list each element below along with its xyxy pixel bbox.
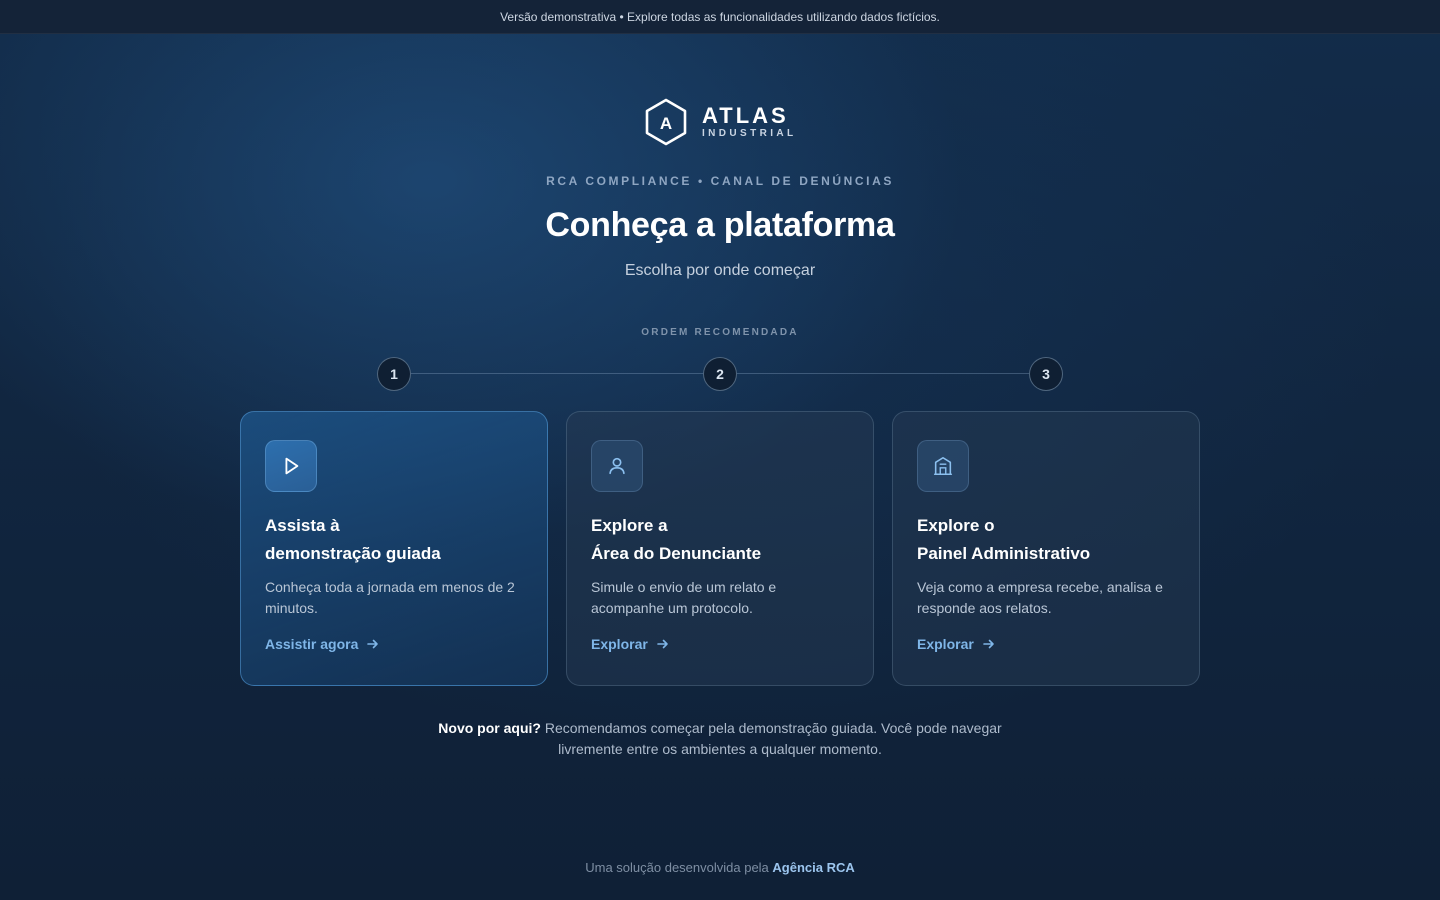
card-title-line2: Área do Denunciante xyxy=(591,544,762,563)
new-user-note-lead: Novo por aqui? xyxy=(438,720,541,736)
card-description: Simule o envio de um relato e acompanhe … xyxy=(591,579,777,616)
arrow-right-icon xyxy=(657,639,668,649)
logo-letter: A xyxy=(660,114,672,133)
card-title: Explore o Painel Administrativo xyxy=(917,512,1175,568)
card-title: Explore a Área do Denunciante xyxy=(591,512,849,568)
card-admin-panel[interactable]: Explore o Painel Administrativo Veja com… xyxy=(892,411,1200,686)
arrow-right-icon xyxy=(983,639,994,649)
footer: Uma solução desenvolvida pela Agência RC… xyxy=(0,860,1440,875)
arrow-right-icon xyxy=(367,639,379,649)
watch-now-label: Assistir agora xyxy=(265,636,359,652)
card-title: Assista à demonstração guiada xyxy=(265,512,523,568)
explore-label: Explorar xyxy=(591,636,648,652)
explore-label: Explorar xyxy=(917,636,974,652)
new-user-note: Novo por aqui? Recomendamos começar pela… xyxy=(420,718,1020,760)
card-description: Conheça toda a jornada em menos de 2 min… xyxy=(265,579,515,616)
user-icon xyxy=(591,440,643,492)
card-title-line1: Explore o xyxy=(917,516,995,535)
footer-text: Uma solução desenvolvida pela xyxy=(585,860,773,875)
page-title: Conheça a plataforma xyxy=(545,206,895,244)
hexagon-logo-icon: A xyxy=(645,98,687,146)
demo-banner: Versão demonstrativa • Explore todas as … xyxy=(0,0,1440,34)
agency-link[interactable]: Agência RCA xyxy=(772,860,854,875)
step-1-badge: 1 xyxy=(377,357,411,391)
card-title-line2: Painel Administrativo xyxy=(917,544,1091,563)
card-guided-demo[interactable]: Assista à demonstração guiada Conheça to… xyxy=(240,411,548,686)
building-icon xyxy=(917,440,969,492)
explore-admin-link[interactable]: Explorar xyxy=(917,636,996,652)
card-title-line2: demonstração guiada xyxy=(265,544,441,563)
card-title-line1: Assista à xyxy=(265,516,340,535)
card-title-line1: Explore a xyxy=(591,516,668,535)
atlas-logo: A ATLAS INDUSTRIAL xyxy=(644,98,797,146)
card-reporter-area[interactable]: Explore a Área do Denunciante Simule o e… xyxy=(566,411,874,686)
recommended-order-label: ORDEM RECOMENDADA xyxy=(641,327,799,338)
logo-subtitle: INDUSTRIAL xyxy=(702,128,797,139)
demo-banner-text: Versão demonstrativa • Explore todas as … xyxy=(500,9,940,24)
step-2-badge: 2 xyxy=(703,357,737,391)
step-3-badge: 3 xyxy=(1029,357,1063,391)
play-icon xyxy=(265,440,317,492)
page-subtitle: Escolha por onde começar xyxy=(624,262,816,279)
logo-name: ATLAS xyxy=(702,103,789,128)
card-description: Veja como a empresa recebe, analisa e re… xyxy=(917,579,1163,616)
watch-now-link[interactable]: Assistir agora xyxy=(265,636,380,652)
explore-reporter-link[interactable]: Explorar xyxy=(591,636,670,652)
new-user-note-text: Recomendamos começar pela demonstração g… xyxy=(540,720,1002,757)
page-eyebrow: RCA COMPLIANCE • CANAL DE DENÚNCIAS xyxy=(546,174,894,188)
